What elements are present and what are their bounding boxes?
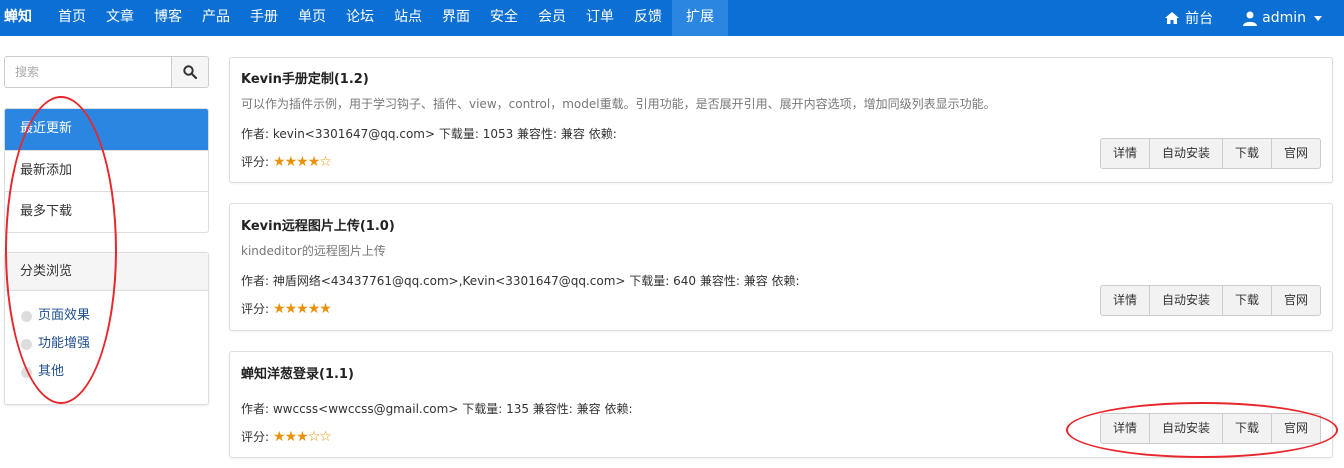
category-label: 页面效果 xyxy=(38,308,91,323)
extension-card: Kevin远程图片上传(1.0) kindeditor的远程图片上传 作者: 神… xyxy=(229,203,1333,331)
extension-card: 蝉知洋葱登录(1.1) 作者: wwccss<wwccss@gmail.com>… xyxy=(229,351,1333,458)
extension-rating: 评分: ★★★★☆ xyxy=(241,153,332,170)
rating-stars: ★★★☆☆ xyxy=(273,428,332,445)
sort-item-newest[interactable]: 最新添加 xyxy=(5,150,208,191)
nav-item-feedback[interactable]: 反馈 xyxy=(624,0,672,36)
extension-rating: 评分: ★★★☆☆ xyxy=(241,428,332,445)
nav-item-product[interactable]: 产品 xyxy=(192,0,240,36)
extension-description: kindeditor的远程图片上传 xyxy=(241,244,386,258)
frontend-link[interactable]: 前台 xyxy=(1164,8,1213,28)
nav-item-ui[interactable]: 界面 xyxy=(432,0,480,36)
rating-label: 评分: xyxy=(241,430,270,444)
nav-item-forum[interactable]: 论坛 xyxy=(336,0,384,36)
category-item-page-effects[interactable]: 页面效果 xyxy=(5,302,208,330)
search-box xyxy=(4,56,209,88)
rating-stars: ★★★★★ xyxy=(273,300,332,317)
extension-meta: 作者: kevin<3301647@qq.com> 下载量: 1053 兼容性:… xyxy=(241,127,617,141)
category-panel: 分类浏览 页面效果 功能增强 其他 xyxy=(4,252,209,405)
official-site-button[interactable]: 官网 xyxy=(1270,285,1321,316)
rating-label: 评分: xyxy=(241,302,270,316)
home-icon xyxy=(1165,12,1180,24)
frontend-label: 前台 xyxy=(1185,11,1214,27)
official-site-button[interactable]: 官网 xyxy=(1270,138,1321,169)
nav-item-blog[interactable]: 博客 xyxy=(144,0,192,36)
sort-list: 最近更新 最新添加 最多下载 xyxy=(4,108,209,233)
detail-button[interactable]: 详情 xyxy=(1099,285,1150,316)
extension-actions: 详情 自动安装 下载 官网 xyxy=(1099,413,1321,444)
sort-item-recent-update[interactable]: 最近更新 xyxy=(5,109,208,150)
nav-item-article[interactable]: 文章 xyxy=(96,0,144,36)
chevron-down-icon xyxy=(1314,15,1322,21)
nav-item-extension[interactable]: 扩展 xyxy=(672,0,728,36)
top-navbar: 蝉知 首页 文章 博客 产品 手册 单页 论坛 站点 界面 安全 会员 订单 反… xyxy=(0,0,1344,36)
auto-install-button[interactable]: 自动安装 xyxy=(1148,285,1223,316)
auto-install-button[interactable]: 自动安装 xyxy=(1148,138,1223,169)
nav-item-order[interactable]: 订单 xyxy=(576,0,624,36)
auto-install-button[interactable]: 自动安装 xyxy=(1148,413,1223,444)
category-item-other[interactable]: 其他 xyxy=(5,358,208,386)
category-panel-title: 分类浏览 xyxy=(5,253,208,291)
extension-meta: 作者: wwccss<wwccss@gmail.com> 下载量: 135 兼容… xyxy=(241,402,633,416)
nav-item-security[interactable]: 安全 xyxy=(480,0,528,36)
nav-item-home[interactable]: 首页 xyxy=(48,0,96,36)
extension-rating: 评分: ★★★★★ xyxy=(241,300,332,317)
extension-title: Kevin远程图片上传(1.0) xyxy=(241,219,395,234)
extension-actions: 详情 自动安装 下载 官网 xyxy=(1099,138,1321,169)
category-label: 功能增强 xyxy=(38,336,91,351)
nav-item-site[interactable]: 站点 xyxy=(384,0,432,36)
nav-right: 前台 admin xyxy=(1164,0,1322,36)
download-button[interactable]: 下载 xyxy=(1221,285,1272,316)
extension-title: Kevin手册定制(1.2) xyxy=(241,72,369,87)
bullet-icon xyxy=(21,338,32,350)
category-list: 页面效果 功能增强 其他 xyxy=(5,291,208,386)
search-input[interactable] xyxy=(4,56,171,88)
extension-card: Kevin手册定制(1.2) 可以作为插件示例，用于学习钩子、插件、view，c… xyxy=(229,57,1333,183)
user-icon xyxy=(1243,11,1258,26)
nav-item-member[interactable]: 会员 xyxy=(528,0,576,36)
bullet-icon xyxy=(21,310,32,322)
rating-label: 评分: xyxy=(241,155,270,169)
detail-button[interactable]: 详情 xyxy=(1099,138,1150,169)
search-icon xyxy=(183,65,197,79)
user-label: admin xyxy=(1262,10,1306,26)
bullet-icon xyxy=(21,366,32,378)
download-button[interactable]: 下载 xyxy=(1221,138,1272,169)
brand-logo[interactable]: 蝉知 xyxy=(4,0,32,36)
extension-title: 蝉知洋葱登录(1.1) xyxy=(241,367,354,382)
detail-button[interactable]: 详情 xyxy=(1099,413,1150,444)
category-item-feature-enhance[interactable]: 功能增强 xyxy=(5,330,208,358)
user-menu[interactable]: admin xyxy=(1243,10,1322,26)
rating-stars: ★★★★☆ xyxy=(273,153,332,170)
sort-item-most-downloads[interactable]: 最多下载 xyxy=(5,191,208,232)
extension-actions: 详情 自动安装 下载 官网 xyxy=(1099,285,1321,316)
nav-item-page[interactable]: 单页 xyxy=(288,0,336,36)
extension-meta: 作者: 神盾网络<43437761@qq.com>,Kevin<3301647@… xyxy=(241,274,800,288)
official-site-button[interactable]: 官网 xyxy=(1270,413,1321,444)
download-button[interactable]: 下载 xyxy=(1221,413,1272,444)
search-button[interactable] xyxy=(171,56,209,88)
category-label: 其他 xyxy=(38,364,65,379)
extension-description: 可以作为插件示例，用于学习钩子、插件、view，control，model重载。… xyxy=(241,97,996,111)
nav-item-manual[interactable]: 手册 xyxy=(240,0,288,36)
main-nav: 首页 文章 博客 产品 手册 单页 论坛 站点 界面 安全 会员 订单 反馈 扩… xyxy=(48,0,728,36)
